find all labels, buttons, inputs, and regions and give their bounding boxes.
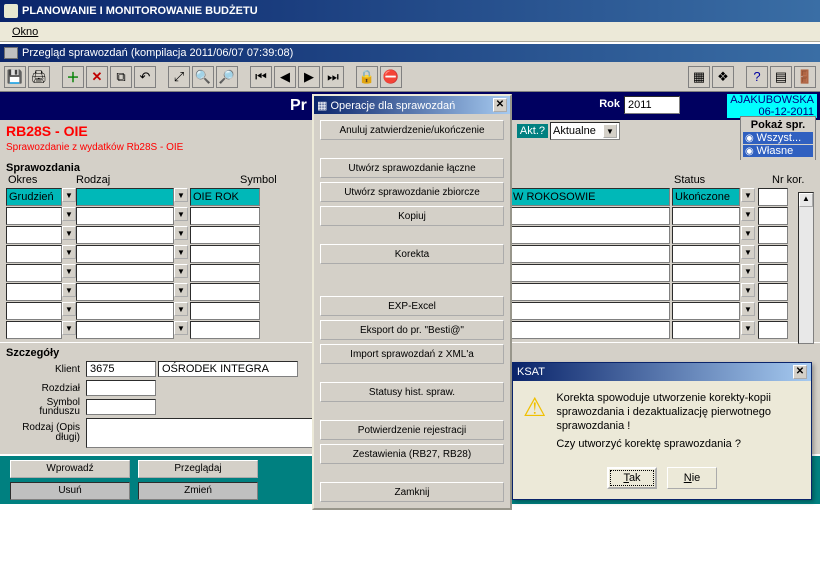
cell-okres[interactable]: Grudzień [6, 188, 62, 206]
rodzaj-label: Rodzaj (Opis długi) [6, 423, 86, 443]
add-icon[interactable]: ＋ [62, 66, 84, 88]
pokaz-own-radio[interactable]: ◉ Własne [743, 145, 813, 157]
inner-title: Przegląd sprawozdań (kompilacja 2011/06/… [22, 47, 293, 59]
search-icon[interactable]: 🔍 [192, 66, 214, 88]
aktq-label: Akt.? [517, 124, 548, 138]
akt-dropdown[interactable]: Aktualne▼ [550, 122, 620, 140]
rodzaj-field[interactable] [86, 418, 316, 448]
cell-nrkor[interactable] [758, 188, 788, 206]
tool1-icon[interactable]: ▦ [688, 66, 710, 88]
scrollbar[interactable]: ▲ [798, 192, 814, 344]
cell-rodzaj[interactable] [76, 188, 174, 206]
symbol-label: Symbol funduszu [6, 398, 86, 416]
msgbox-titlebar[interactable]: KSAT ✕ [513, 363, 811, 381]
menubar: Okno [0, 22, 820, 42]
col-nrkor: Nr kor. [770, 174, 806, 186]
menu-okno[interactable]: Okno [6, 24, 44, 40]
msgbox-title: KSAT [517, 366, 545, 378]
msgbox-text: Korekta spowoduje utworzenie korekty-kop… [556, 391, 801, 451]
rozdzial-field[interactable] [86, 380, 156, 396]
last-icon[interactable]: ⏭ [322, 66, 344, 88]
user-name: AJAKUBOWSKA [730, 94, 814, 106]
undo-icon[interactable]: ↶ [134, 66, 156, 88]
no-button[interactable]: Nie [667, 467, 717, 489]
klient-id-field[interactable]: 3675 [86, 361, 156, 377]
col-status: Status [672, 174, 752, 186]
col-rodzaj: Rodzaj [74, 174, 186, 188]
dialog-titlebar[interactable]: ▦ Operacje dla sprawozdań ✕ [314, 96, 510, 114]
scroll-up-icon[interactable]: ▲ [799, 193, 813, 207]
import-xml-button[interactable]: Import sprawozdań z XML'a [320, 344, 504, 364]
chevron-down-icon[interactable]: ▼ [174, 188, 188, 202]
dialog-title: Operacje dla sprawozdań [330, 100, 455, 112]
cell-status[interactable]: Ukończone [672, 188, 740, 206]
warning-icon [523, 391, 546, 423]
eksport-bestia-button[interactable]: Eksport do pr. "Besti@" [320, 320, 504, 340]
window-icon [4, 47, 18, 59]
rok-input[interactable] [624, 96, 680, 114]
close-icon[interactable]: ✕ [493, 98, 507, 112]
yes-button[interactable]: Tak [607, 467, 657, 489]
symbol-field[interactable] [86, 399, 156, 415]
rok-label: Rok [599, 98, 620, 110]
usun-button[interactable]: Usuń [10, 482, 130, 500]
main-title: PLANOWANIE I MONITOROWANIE BUDŻETU [22, 5, 258, 17]
pokaz-group: Pokaż spr. ◉ Wszyst... ◉ Własne [740, 116, 816, 161]
help-icon[interactable]: ? [746, 66, 768, 88]
rb-code: RB28S - OIE [6, 123, 88, 139]
next-icon[interactable]: ▶ [298, 66, 320, 88]
pokaz-all-radio[interactable]: ◉ Wszyst... [743, 132, 813, 144]
save-icon[interactable]: 💾 [4, 66, 26, 88]
wprowadz-button[interactable]: Wprowadź [10, 460, 130, 478]
anuluj-button[interactable]: Anuluj zatwierdzenie/ukończenie [320, 120, 504, 140]
ksat-msgbox: KSAT ✕ Korekta spowoduje utworzenie kore… [512, 362, 812, 500]
toolbar: 💾 🖨 ＋ ✕ ⧉ ↶ ⤢ 🔍 🔎 ⏮ ◀ ▶ ⏭ 🔒 ⛔ ▦ ❖ ? ▤ 🚪 [0, 62, 820, 92]
col-okres: Okres [6, 174, 74, 188]
zestawienia-rb-button[interactable]: Zestawienia (RB27, RB28) [320, 444, 504, 464]
calc-icon[interactable]: ▤ [770, 66, 792, 88]
user-box: AJAKUBOWSKA 06-12-2011 [727, 94, 817, 118]
inner-titlebar: Przegląd sprawozdań (kompilacja 2011/06/… [0, 44, 820, 62]
cell-symbol[interactable]: OIE ROK [190, 188, 260, 206]
chevron-down-icon[interactable]: ▼ [62, 188, 76, 202]
tool2-icon[interactable]: ❖ [712, 66, 734, 88]
zamknij-button[interactable]: Zamknij [320, 482, 504, 502]
korekta-button[interactable]: Korekta [320, 244, 504, 264]
rozdzial-label: Rozdział [6, 383, 86, 394]
cell-nazwa[interactable]: W ROKOSOWIE [510, 188, 670, 206]
first-icon[interactable]: ⏮ [250, 66, 272, 88]
main-titlebar: PLANOWANIE I MONITOROWANIE BUDŻETU [0, 0, 820, 22]
klient-name-field[interactable]: OŚRODEK INTEGRA [158, 361, 298, 377]
copy-icon[interactable]: ⧉ [110, 66, 132, 88]
java-icon [4, 4, 18, 18]
przegladaj-button[interactable]: Przeglądaj [138, 460, 258, 478]
kopiuj-button[interactable]: Kopiuj [320, 206, 504, 226]
potwierdzenie-button[interactable]: Potwierdzenie rejestracji [320, 420, 504, 440]
pokaz-title: Pokaż spr. [743, 119, 813, 131]
delete-icon[interactable]: ✕ [86, 66, 108, 88]
chevron-down-icon[interactable]: ▼ [741, 188, 755, 202]
close-icon[interactable]: ✕ [793, 365, 807, 379]
operacje-dialog: ▦ Operacje dla sprawozdań ✕ Anuluj zatwi… [312, 94, 512, 510]
lock-icon[interactable]: 🔒 [356, 66, 378, 88]
search-next-icon[interactable]: 🔎 [216, 66, 238, 88]
expand-icon[interactable]: ⤢ [168, 66, 190, 88]
utworz-laczne-button[interactable]: Utwórz sprawozdanie łączne [320, 158, 504, 178]
exp-excel-button[interactable]: EXP-Excel [320, 296, 504, 316]
klient-label: Klient [6, 364, 86, 375]
exit-icon[interactable]: 🚪 [794, 66, 816, 88]
chevron-down-icon: ▼ [603, 124, 617, 138]
prev-icon[interactable]: ◀ [274, 66, 296, 88]
page-title: Pr [290, 97, 307, 115]
print-icon[interactable]: 🖨 [28, 66, 50, 88]
statusy-button[interactable]: Statusy hist. spraw. [320, 382, 504, 402]
col-symbol: Symbol [238, 174, 298, 188]
zmien-button[interactable]: Zmień [138, 482, 258, 500]
utworz-zbiorcze-button[interactable]: Utwórz sprawozdanie zbiorcze [320, 182, 504, 202]
stop-icon[interactable]: ⛔ [380, 66, 402, 88]
